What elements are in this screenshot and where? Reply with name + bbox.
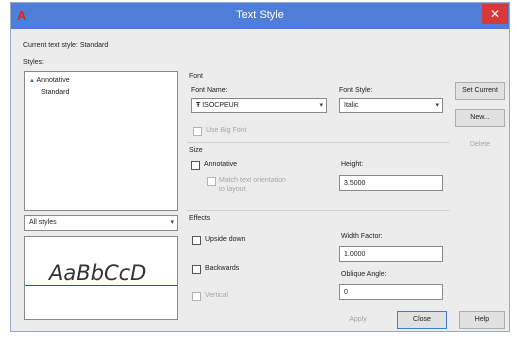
text-style-dialog: A Text Style ✕ Current text style: Stand… bbox=[10, 2, 510, 332]
truetype-font-icon: Ŧ bbox=[196, 102, 201, 109]
width-factor-input[interactable]: 1.0000 bbox=[339, 246, 443, 262]
backwards-label: Backwards bbox=[205, 265, 240, 272]
preview-baseline bbox=[25, 285, 177, 286]
font-group-label: Font bbox=[189, 73, 204, 80]
width-factor-label: Width Factor: bbox=[341, 233, 383, 240]
match-orientation-line1: Match text orientation bbox=[219, 177, 286, 184]
current-style-label: Current text style: Standard bbox=[23, 42, 108, 49]
new-style-button[interactable]: New... bbox=[455, 109, 505, 127]
annotative-icon: ▲ bbox=[29, 78, 35, 84]
divider bbox=[187, 210, 449, 211]
divider bbox=[187, 142, 449, 143]
match-orientation-checkbox[interactable] bbox=[207, 177, 216, 186]
close-window-button[interactable]: ✕ bbox=[482, 4, 508, 24]
preview-box: AaBbCcD bbox=[24, 236, 178, 320]
delete-style-button[interactable]: Delete bbox=[455, 136, 505, 154]
annotative-label: Annotative bbox=[204, 161, 238, 168]
font-style-label: Font Style: bbox=[339, 87, 373, 94]
filter-value: All styles bbox=[29, 219, 57, 226]
font-name-value: ISOCPEUR bbox=[202, 102, 239, 109]
current-style-caption: Current text style: bbox=[23, 42, 78, 49]
chevron-down-icon: ▾ bbox=[319, 102, 323, 109]
styles-list[interactable]: ▲ Annotative Standard bbox=[24, 71, 178, 211]
size-group-label: Size bbox=[189, 147, 203, 154]
list-item-label: Annotative bbox=[36, 77, 70, 84]
chevron-down-icon: ▾ bbox=[435, 102, 439, 109]
match-orientation-line2: to layout bbox=[219, 186, 246, 193]
upside-down-checkbox[interactable] bbox=[192, 236, 201, 245]
list-item-annotative[interactable]: ▲ Annotative bbox=[29, 77, 70, 84]
help-button[interactable]: Help bbox=[459, 311, 505, 329]
list-item-label: Standard bbox=[41, 89, 70, 96]
font-style-dropdown[interactable]: Italic ▾ bbox=[339, 98, 443, 113]
effects-group-label: Effects bbox=[189, 215, 211, 222]
styles-label: Styles: bbox=[23, 59, 45, 66]
height-input[interactable]: 3.5000 bbox=[339, 175, 443, 191]
oblique-angle-label: Oblique Angle: bbox=[341, 271, 387, 278]
backwards-checkbox[interactable] bbox=[192, 265, 201, 274]
current-style-value: Standard bbox=[79, 42, 109, 49]
title-bar[interactable]: A Text Style ✕ bbox=[11, 3, 509, 29]
match-orientation-label: Match text orientation to layout bbox=[219, 176, 286, 194]
close-button[interactable]: Close bbox=[397, 311, 447, 329]
oblique-angle-input[interactable]: 0 bbox=[339, 284, 443, 300]
use-big-font-label: Use Big Font bbox=[206, 127, 247, 134]
set-current-button[interactable]: Set Current bbox=[455, 82, 505, 100]
apply-button[interactable]: Apply bbox=[335, 311, 381, 329]
height-label: Height: bbox=[341, 161, 364, 168]
font-name-label: Font Name: bbox=[191, 87, 228, 94]
font-style-value: Italic bbox=[344, 102, 359, 109]
annotative-checkbox[interactable] bbox=[191, 161, 200, 170]
chevron-down-icon: ▾ bbox=[170, 219, 174, 226]
font-name-dropdown[interactable]: Ŧ ISOCPEUR ▾ bbox=[191, 98, 327, 113]
vertical-label: Vertical bbox=[205, 292, 228, 299]
upside-down-label: Upside down bbox=[205, 236, 246, 243]
vertical-checkbox[interactable] bbox=[192, 292, 201, 301]
styles-filter-dropdown[interactable]: All styles ▾ bbox=[24, 215, 178, 231]
preview-sample-text: AaBbCcD bbox=[49, 261, 147, 285]
use-big-font-checkbox[interactable] bbox=[193, 127, 202, 136]
list-item-standard[interactable]: Standard bbox=[41, 89, 69, 96]
dialog-title: Text Style bbox=[236, 9, 284, 21]
